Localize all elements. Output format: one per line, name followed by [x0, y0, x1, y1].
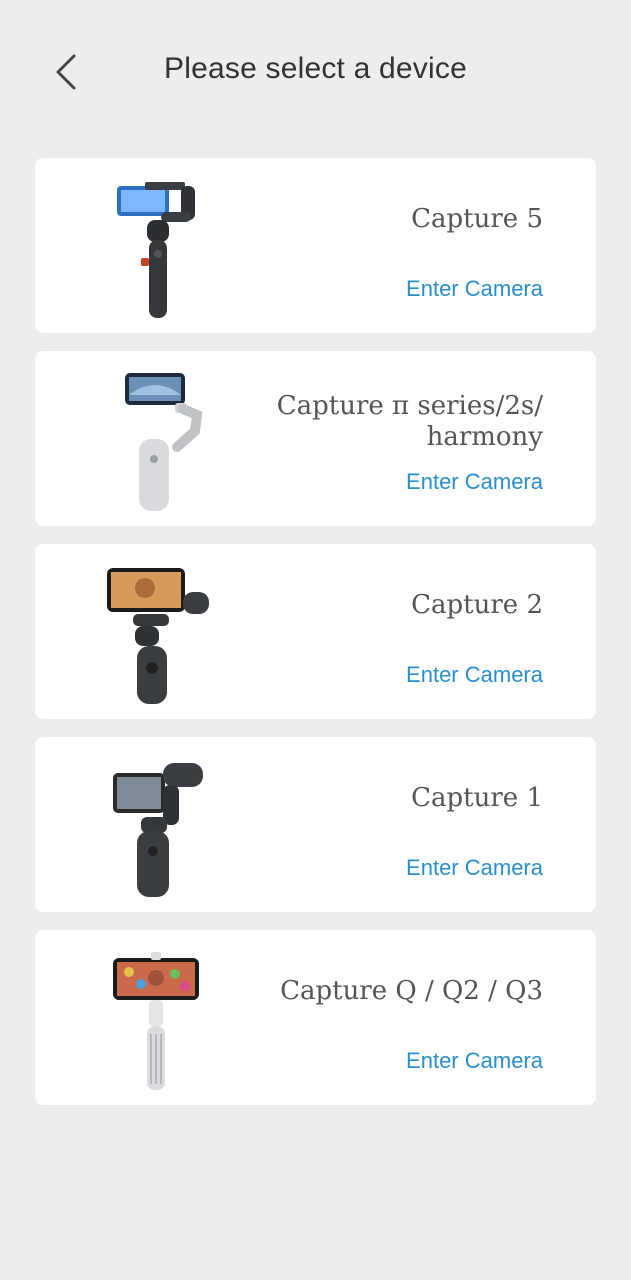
device-name: Capture Q / Q2 / Q3 — [280, 976, 543, 1006]
device-name: Capture 5 — [411, 204, 543, 234]
gimbal-capture-pi-image — [125, 373, 203, 511]
device-card-capture-q[interactable]: Capture Q / Q2 / Q3 Enter Camera — [35, 930, 596, 1105]
device-card-capture-2[interactable]: Capture 2 Enter Camera — [35, 544, 596, 719]
device-name: Capture 1 — [411, 783, 543, 813]
enter-camera-link[interactable]: Enter Camera — [406, 1048, 543, 1074]
header-bar: Please select a device — [0, 0, 631, 140]
device-card-capture-pi[interactable]: Capture π series/2s/ harmony Enter Camer… — [35, 351, 596, 526]
gimbal-capture-q-image — [113, 952, 199, 1090]
page-title: Please select a device — [164, 52, 467, 85]
device-name: Capture π series/2s/ harmony — [276, 391, 543, 452]
device-list: Capture 5 Enter Camera Capture π series/… — [35, 158, 596, 1123]
gimbal-capture-1-image — [113, 763, 203, 897]
device-card-capture-1[interactable]: Capture 1 Enter Camera — [35, 737, 596, 912]
device-name: Capture 2 — [411, 590, 543, 620]
gimbal-capture-2-image — [107, 568, 209, 704]
enter-camera-link[interactable]: Enter Camera — [406, 855, 543, 881]
enter-camera-link[interactable]: Enter Camera — [406, 276, 543, 302]
enter-camera-link[interactable]: Enter Camera — [406, 469, 543, 495]
device-card-capture-5[interactable]: Capture 5 Enter Camera — [35, 158, 596, 333]
gimbal-capture-5-image — [117, 182, 195, 318]
enter-camera-link[interactable]: Enter Camera — [406, 662, 543, 688]
